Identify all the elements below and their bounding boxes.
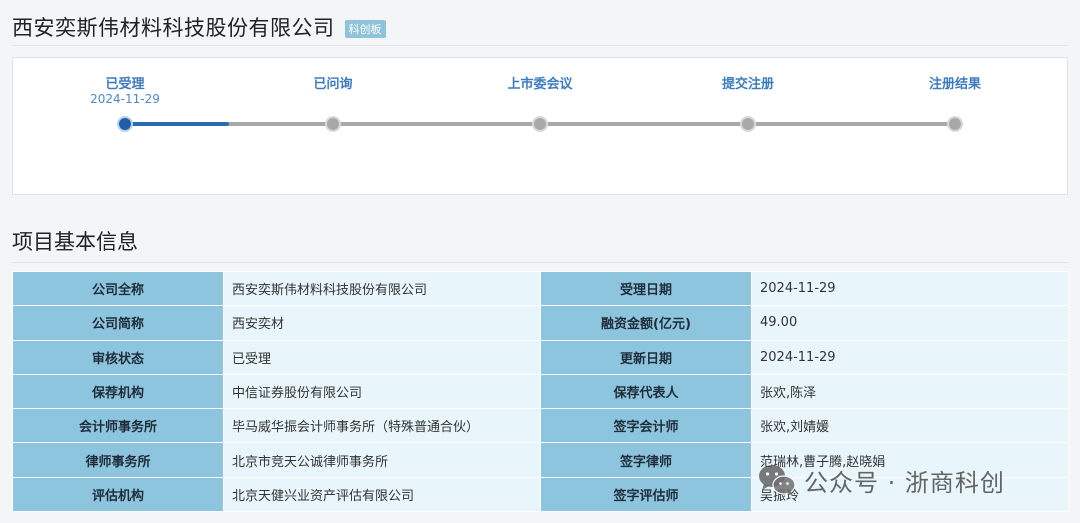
field-label: 签字律师 <box>540 442 752 478</box>
progress-panel: 已受理 2024-11-29 已问询 上市委会议 提交注册 注册结果 <box>12 57 1068 195</box>
header-divider <box>12 45 1068 46</box>
step-label-submit-registration[interactable]: 提交注册 <box>668 73 828 92</box>
project-info-table: 公司全称 西安奕斯伟材料科技股份有限公司 受理日期 2024-11-29 公司简… <box>12 270 1069 513</box>
page-title: 西安奕斯伟材料科技股份有限公司 <box>12 16 335 40</box>
field-value: 49.00 <box>751 305 1069 341</box>
field-value: 中信证券股份有限公司 <box>223 373 541 410</box>
page-header: 西安奕斯伟材料科技股份有限公司 科创板 <box>12 10 386 44</box>
field-value: 毕马威华振会计师事务所（特殊普通合伙） <box>223 408 541 444</box>
field-label: 保荐机构 <box>12 373 224 410</box>
step-label-registration-result[interactable]: 注册结果 <box>875 73 1035 92</box>
step-label-listing-committee[interactable]: 上市委会议 <box>460 73 620 92</box>
step-date-accepted: 2024-11-29 <box>90 92 160 106</box>
step-node-submit-registration[interactable] <box>740 116 756 132</box>
field-value: 张欢,刘婧媛 <box>751 408 1069 444</box>
progress-track-fill <box>125 122 229 126</box>
field-label: 会计师事务所 <box>12 408 224 444</box>
field-value: 已受理 <box>223 339 541 375</box>
field-value: 张欢,陈泽 <box>751 373 1069 410</box>
field-label: 签字评估师 <box>540 476 752 513</box>
field-value: 北京天健兴业资产评估有限公司 <box>223 476 541 513</box>
field-value: 2024-11-29 <box>751 339 1069 375</box>
field-label: 更新日期 <box>540 339 752 375</box>
field-label: 签字会计师 <box>540 408 752 444</box>
section-title: 项目基本信息 <box>12 230 138 254</box>
field-value: 吴振玲 <box>751 476 1069 513</box>
table-row: 会计师事务所 毕马威华振会计师事务所（特殊普通合伙） 签字会计师 张欢,刘婧媛 <box>12 408 1069 444</box>
field-value: 北京市竞天公诚律师事务所 <box>223 442 541 478</box>
field-label: 律师事务所 <box>12 442 224 478</box>
field-label: 审核状态 <box>12 339 224 375</box>
field-value: 西安奕材 <box>223 305 541 341</box>
field-value: 2024-11-29 <box>751 270 1069 307</box>
step-node-accepted[interactable] <box>117 116 133 132</box>
field-value: 西安奕斯伟材料科技股份有限公司 <box>223 270 541 307</box>
section-divider <box>12 262 1068 263</box>
step-label-inquired[interactable]: 已问询 <box>253 73 413 92</box>
step-node-registration-result[interactable] <box>947 116 963 132</box>
field-label: 公司简称 <box>12 305 224 341</box>
field-label: 融资金额(亿元) <box>540 305 752 341</box>
field-label: 受理日期 <box>540 270 752 307</box>
table-row: 律师事务所 北京市竞天公诚律师事务所 签字律师 范瑞林,曹子腾,赵晓娟 <box>12 442 1069 478</box>
field-label: 评估机构 <box>12 476 224 513</box>
board-badge: 科创板 <box>344 20 386 38</box>
field-value: 范瑞林,曹子腾,赵晓娟 <box>751 442 1069 478</box>
table-row: 公司全称 西安奕斯伟材料科技股份有限公司 受理日期 2024-11-29 <box>12 270 1069 307</box>
table-row: 保荐机构 中信证券股份有限公司 保荐代表人 张欢,陈泽 <box>12 373 1069 410</box>
step-label-accepted[interactable]: 已受理 <box>45 73 205 92</box>
table-row: 评估机构 北京天健兴业资产评估有限公司 签字评估师 吴振玲 <box>12 476 1069 513</box>
field-label: 公司全称 <box>12 270 224 307</box>
step-node-listing-committee[interactable] <box>532 116 548 132</box>
table-row: 审核状态 已受理 更新日期 2024-11-29 <box>12 339 1069 375</box>
step-node-inquired[interactable] <box>325 116 341 132</box>
table-row: 公司简称 西安奕材 融资金额(亿元) 49.00 <box>12 305 1069 341</box>
field-label: 保荐代表人 <box>540 373 752 410</box>
